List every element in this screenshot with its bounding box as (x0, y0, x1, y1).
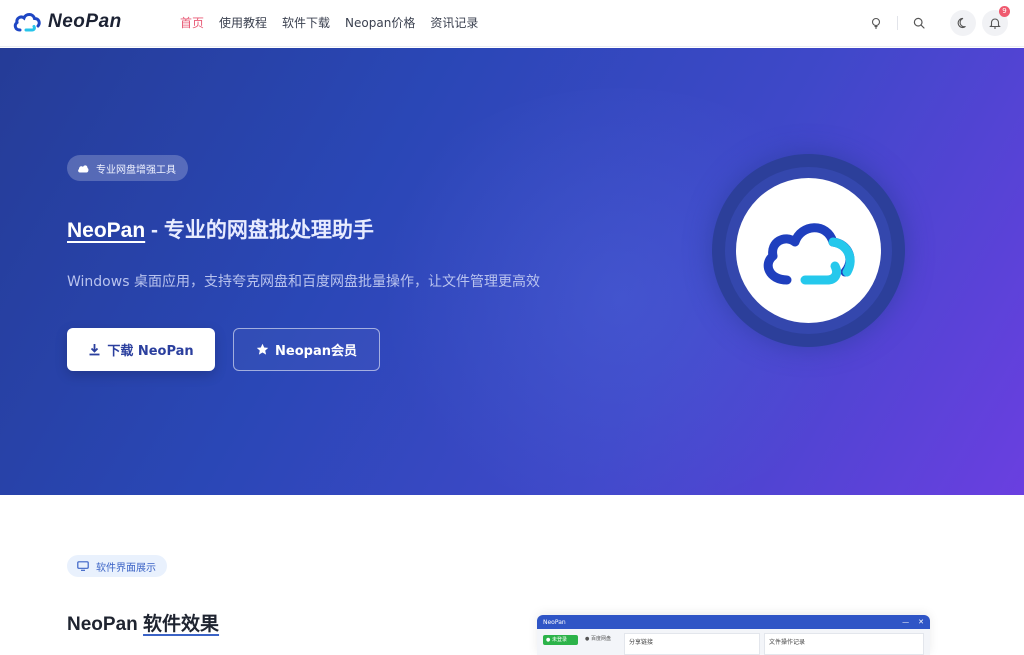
notification-button[interactable]: 9 (982, 6, 1010, 36)
hero-section: 专业网盘增强工具 NeoPan - 专业的网盘批处理助手 Windows 桌面应… (0, 48, 1024, 495)
search-button[interactable] (906, 10, 932, 36)
section-title: NeoPan 软件效果 (67, 609, 219, 636)
section-tag: 软件界面展示 (67, 555, 167, 577)
notification-badge: 9 (999, 6, 1010, 17)
membership-button-label: Neopan会员 (275, 344, 357, 359)
section-title-emphasis: 软件效果 (143, 614, 220, 635)
section-title-prefix: NeoPan (67, 614, 144, 635)
moon-icon (957, 17, 966, 29)
preview-status-tag: ● 未登录 (543, 635, 578, 645)
preview-window-title: NeoPan (543, 618, 566, 626)
hero-title: NeoPan - 专业的网盘批处理助手 (67, 214, 374, 244)
star-icon (256, 343, 269, 355)
dark-mode-toggle[interactable] (950, 10, 976, 36)
lightbulb-icon (871, 17, 881, 29)
monitor-icon (77, 561, 89, 571)
main-menu: 首页 使用教程 软件下载 Neopan价格 资讯记录 (180, 14, 478, 31)
hero-title-rest: - 专业的网盘批处理助手 (145, 219, 374, 242)
nav-item-home[interactable]: 首页 (180, 14, 204, 31)
idea-button[interactable] (863, 10, 889, 36)
preview-panel-right: 文件操作记录 (764, 633, 924, 655)
bell-icon (989, 18, 1001, 29)
nav-item-news[interactable]: 资讯记录 (430, 14, 478, 31)
neopan-cloud-logo-icon (763, 222, 855, 284)
cloud-logo-icon (13, 13, 41, 32)
hero-title-brand[interactable]: NeoPan (67, 219, 145, 242)
hero-logo-badge (712, 154, 905, 347)
software-screenshot-preview: NeoPan — ✕ ● 未登录 ● 百度网盘 分享链接 文件操作记录 (537, 615, 930, 655)
hero-tag: 专业网盘增强工具 (67, 155, 188, 181)
nav-divider (897, 16, 898, 30)
brand-logo[interactable]: NeoPan (12, 10, 122, 34)
nav-item-download[interactable]: 软件下载 (282, 14, 330, 31)
nav-item-pricing[interactable]: Neopan价格 (345, 14, 415, 31)
membership-button[interactable]: Neopan会员 (233, 328, 380, 371)
search-icon (913, 17, 925, 29)
download-icon (89, 344, 100, 356)
hero-subtitle: Windows 桌面应用，支持夸克网盘和百度网盘批量操作，让文件管理更高效 (67, 274, 540, 290)
hero-tag-text: 专业网盘增强工具 (96, 164, 176, 176)
preview-titlebar: NeoPan — ✕ (537, 615, 930, 629)
download-button[interactable]: 下载 NeoPan (67, 328, 215, 371)
download-button-label: 下载 NeoPan (107, 344, 194, 359)
nav-tools: 9 (863, 6, 1010, 36)
top-navbar: NeoPan 首页 使用教程 软件下载 Neopan价格 资讯记录 9 (0, 0, 1024, 47)
preview-window-controls: — ✕ (902, 618, 924, 626)
section-tag-text: 软件界面展示 (96, 562, 156, 574)
preview-panel-left: 分享链接 (624, 633, 760, 655)
cloud-icon (78, 164, 89, 172)
brand-name: NeoPan (48, 11, 122, 32)
preview-tab: ● 百度网盘 (585, 636, 611, 642)
nav-item-tutorial[interactable]: 使用教程 (219, 14, 267, 31)
